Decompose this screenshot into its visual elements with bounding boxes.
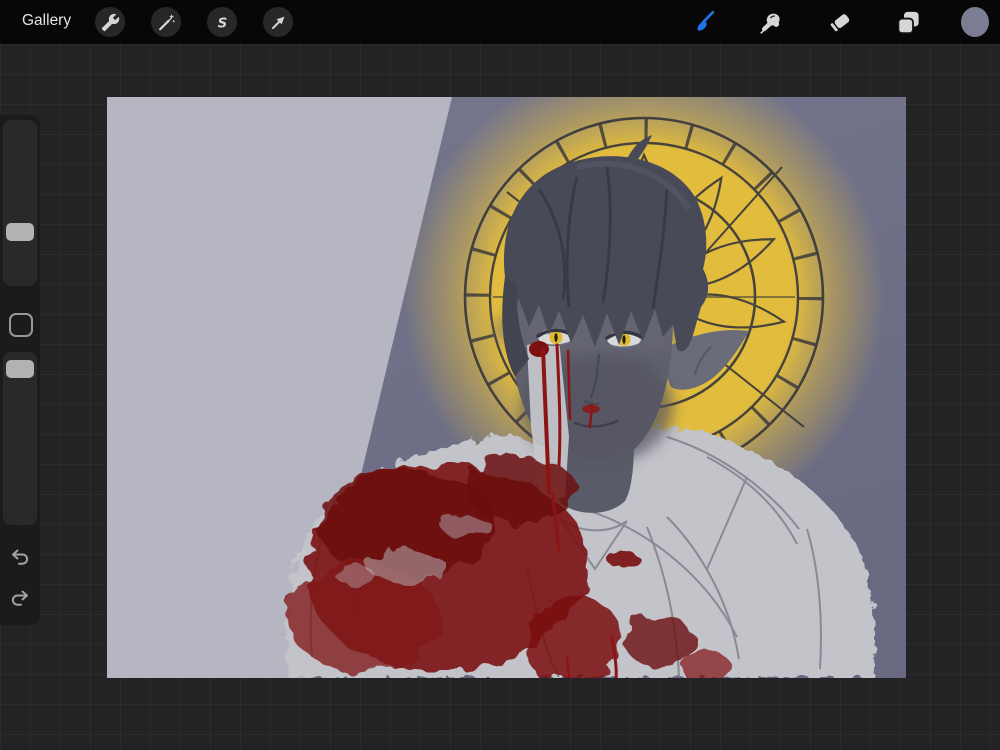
adjustments-button[interactable] <box>151 7 181 37</box>
layers-icon <box>896 11 919 34</box>
gallery-button[interactable]: Gallery <box>22 12 71 30</box>
actions-button[interactable] <box>95 7 125 37</box>
layers-button[interactable] <box>894 8 922 36</box>
brush-size-slider[interactable] <box>3 120 37 286</box>
transform-arrow-icon <box>271 16 284 29</box>
transform-button[interactable] <box>263 7 293 37</box>
artwork <box>107 97 906 678</box>
redo-icon <box>11 590 28 606</box>
brush-size-handle[interactable] <box>6 223 34 241</box>
side-toolbar <box>0 115 40 625</box>
opacity-handle[interactable] <box>6 360 34 378</box>
erase-tool-button[interactable] <box>826 8 854 36</box>
brush-icon <box>697 10 714 31</box>
undo-button[interactable] <box>9 546 31 568</box>
redo-button[interactable] <box>9 587 31 609</box>
current-color-swatch <box>961 7 989 37</box>
selection-button[interactable]: S <box>207 7 237 37</box>
modify-button[interactable] <box>9 313 33 337</box>
magic-wand-icon <box>158 13 175 30</box>
eraser-icon <box>830 14 850 32</box>
top-toolbar: Gallery S <box>0 0 1000 44</box>
undo-icon <box>12 549 29 565</box>
svg-text:S: S <box>217 16 227 31</box>
selection-s-icon: S <box>217 16 227 31</box>
opacity-slider[interactable] <box>3 352 37 525</box>
smudge-tool-button[interactable] <box>757 8 785 36</box>
smudge-hand-icon <box>760 13 780 34</box>
paint-tool-button[interactable] <box>688 8 716 36</box>
wrench-icon <box>101 13 119 31</box>
color-button[interactable] <box>961 7 989 37</box>
drawing-canvas[interactable] <box>107 97 906 678</box>
